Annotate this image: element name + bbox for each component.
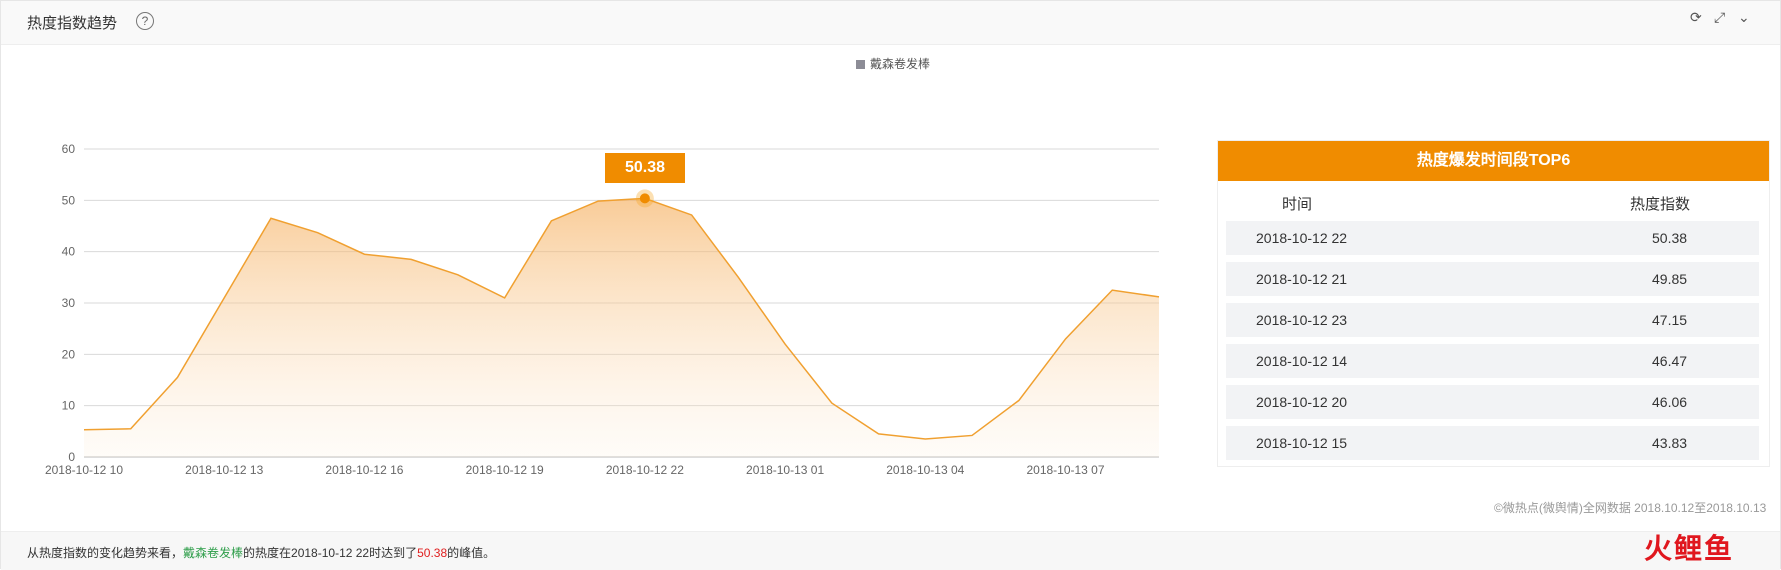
row-time: 2018-10-12 20: [1256, 394, 1348, 410]
top6-row: 2018-10-12 20 46.06: [1226, 385, 1759, 419]
row-time: 2018-10-12 23: [1256, 312, 1348, 328]
row-value: 49.85: [1652, 271, 1688, 287]
summary-peak: 50.38: [417, 546, 448, 560]
x-tick-label: 2018-10-12 22: [606, 463, 684, 477]
top6-row: 2018-10-12 15 43.83: [1226, 426, 1759, 460]
chart-tooltip: 50.38: [605, 153, 685, 183]
legend-label: 戴森卷发棒: [870, 57, 931, 71]
top6-table: 热度爆发时间段TOP6 时间 热度指数 2018-10-12 22 50.38 20…: [1217, 140, 1770, 467]
top6-row: 2018-10-12 14 46.47: [1226, 344, 1759, 378]
row-time: 2018-10-12 14: [1256, 353, 1348, 369]
row-value: 47.15: [1652, 312, 1688, 328]
series-area: [84, 198, 1159, 457]
y-tick-label: 60: [62, 142, 76, 156]
x-tick-label: 2018-10-13 07: [1026, 463, 1104, 477]
trend-chart: 0 10 20 30 40 50 60 2018-10-12 10 2018-10-12 13 2…: [45, 142, 1160, 477]
top6-title: 热度爆发时间段TOP6: [1218, 141, 1769, 181]
y-tick-label: 0: [68, 450, 75, 464]
summary-text-3: 的峰值。: [447, 546, 496, 560]
x-tick-label: 2018-10-13 01: [746, 463, 824, 477]
y-tick-label: 20: [62, 347, 76, 361]
row-time: 2018-10-12 15: [1256, 435, 1348, 451]
y-tick-label: 50: [62, 193, 76, 207]
top6-row: 2018-10-12 22 50.38: [1226, 221, 1759, 255]
copyright-note: ©微热点(微舆情)全网数据 2018.10.12至2018.10.13: [1494, 501, 1767, 515]
row-value: 46.06: [1652, 394, 1688, 410]
panel-title: 热度指数趋势: [27, 15, 118, 32]
x-tick-label: 2018-10-13 04: [886, 463, 964, 477]
expand-icon[interactable]: ⤢: [1714, 9, 1725, 26]
column-header-value: 热度指数: [1630, 196, 1691, 213]
trend-panel: 热度指数趋势 ? ⟳ ⤢ ⌄ 戴森卷发棒 0 10 20 30 40 50 60 2018-1…: [0, 0, 1781, 570]
y-tick-label: 40: [62, 245, 76, 259]
row-value: 46.47: [1652, 353, 1688, 369]
highlight-point: [639, 193, 650, 204]
y-tick-label: 10: [62, 399, 76, 413]
summary-text-2: 的热度在2018-10-12 22时达到了: [243, 546, 418, 560]
x-tick-label: 2018-10-12 10: [45, 463, 123, 477]
legend-swatch: [856, 60, 865, 69]
x-tick-label: 2018-10-12 16: [325, 463, 403, 477]
panel-header: 热度指数趋势 ? ⟳ ⤢ ⌄: [1, 1, 1780, 45]
top6-row: 2018-10-12 23 47.15: [1226, 303, 1759, 337]
summary-footer: 从热度指数的变化趋势来看，戴森卷发棒的热度在2018-10-12 22时达到了5…: [1, 531, 1780, 570]
y-tick-label: 30: [62, 296, 76, 310]
watermark-logo: 火鲤鱼: [1644, 533, 1735, 564]
summary-text: 从热度指数的变化趋势来看，戴森卷发棒的热度在2018-10-12 22时达到了5…: [27, 544, 495, 561]
chevron-down-icon[interactable]: ⌄: [1738, 9, 1750, 26]
column-header-time: 时间: [1282, 196, 1313, 213]
row-time: 2018-10-12 21: [1256, 271, 1348, 287]
summary-text-1: 从热度指数的变化趋势来看，: [27, 546, 184, 560]
row-value: 50.38: [1652, 230, 1688, 246]
refresh-icon[interactable]: ⟳: [1690, 9, 1702, 26]
row-time: 2018-10-12 22: [1256, 230, 1348, 246]
row-value: 43.83: [1652, 435, 1688, 451]
top6-column-headers: 时间 热度指数: [1218, 181, 1769, 213]
question-circle-icon[interactable]: ?: [136, 12, 154, 30]
x-tick-label: 2018-10-12 19: [466, 463, 544, 477]
summary-brand[interactable]: 戴森卷发棒: [183, 546, 243, 560]
x-tick-label: 2018-10-12 13: [185, 463, 263, 477]
chart-legend[interactable]: 戴森卷发棒: [856, 55, 930, 72]
top6-row: 2018-10-12 21 49.85: [1226, 262, 1759, 296]
